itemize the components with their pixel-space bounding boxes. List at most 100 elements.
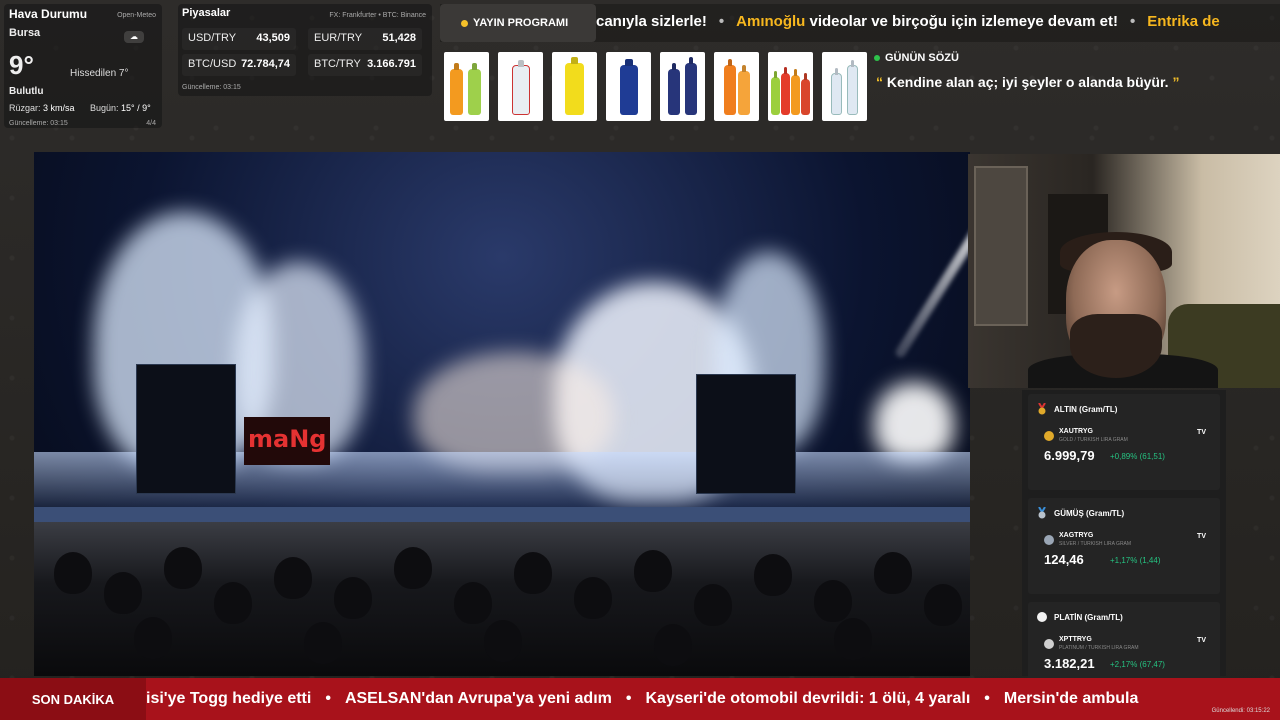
metal-title: ALTIN (Gram/TL) [1054, 404, 1118, 414]
rate-cell: BTC/USD 72.784,74 [182, 54, 296, 76]
weather-today: Bugün: 15° / 9° [90, 103, 151, 113]
product-image [444, 52, 489, 121]
news-separator: • [625, 690, 632, 707]
quote-header: GÜNÜN SÖZÜ [868, 52, 1280, 64]
stage-speaker [136, 364, 236, 494]
quote-widget: GÜNÜN SÖZÜ “ Kendine alan aç; iyi şeyler… [868, 52, 1280, 100]
ticker-text: canıyla sizlerle! • Amınoğlu videolar ve b… [596, 13, 1220, 30]
rate-value: 51,428 [382, 32, 416, 44]
rate-value: 43,509 [256, 32, 290, 44]
news-item: Mersin'de ambula [1003, 690, 1139, 707]
firework-trail [893, 184, 970, 360]
news-separator: • [984, 690, 990, 707]
metal-desc: SILVER / TURKISH LIRA GRAM [1059, 541, 1132, 547]
product-image [768, 52, 813, 121]
rate-cell: BTC/TRY 3.166.791 [308, 54, 422, 76]
schedule-label: YAYIN PROGRAMI [473, 17, 569, 29]
weather-page: 4/4 [146, 120, 156, 127]
stage-speaker [696, 374, 796, 494]
metal-desc: PLATINUM / TURKISH LIRA GRAM [1059, 645, 1139, 651]
rate-value: 72.784,74 [241, 58, 290, 70]
metal-price: 3.182,21 [1044, 656, 1095, 671]
crowd [34, 522, 970, 676]
platinum-coin-icon [1044, 639, 1054, 649]
schedule-badge: YAYIN PROGRAMI [440, 4, 596, 42]
product-image [498, 52, 543, 121]
rate-cell: USD/TRY 43,509 [182, 28, 296, 50]
metal-header: ALTIN (Gram/TL) [1036, 402, 1118, 415]
medal-gold-icon [1036, 402, 1048, 415]
tradingview-icon[interactable]: TV [1197, 429, 1206, 436]
metal-price: 124,46 [1044, 552, 1084, 567]
medal-silver-icon [1036, 506, 1048, 519]
weather-feels: Hissedilen 7° [70, 68, 129, 79]
product-image [552, 52, 597, 121]
quote-text: “ Kendine alan aç; iyi şeyler o alanda b… [876, 74, 1280, 90]
weather-source: Open-Meteo [117, 12, 156, 19]
main-video[interactable]: maNg [34, 152, 970, 676]
breaking-news-ticker: isi'ye Togg hediye etti • ASELSAN'dan Avru… [146, 690, 1138, 708]
metal-header: PLATİN (Gram/TL) [1036, 611, 1123, 623]
rate-cell: EUR/TRY 51,428 [308, 28, 422, 50]
product-strip [444, 52, 867, 121]
quote-open-icon: “ [876, 74, 883, 90]
rate-label: USD/TRY [188, 32, 237, 44]
webcam-feed [968, 154, 1280, 388]
today-label: Bugün: [90, 103, 119, 113]
wind-label: Rüzgar: [9, 103, 41, 113]
gold-coin-icon [1044, 431, 1054, 441]
ticker-seg: videolar ve birçoğu için izlemeye devam … [805, 13, 1118, 30]
quote-title: GÜNÜN SÖZÜ [885, 52, 959, 64]
product-image [822, 52, 867, 121]
breaking-label: SON DAKİKA [0, 678, 146, 720]
metal-price: 6.999,79 [1044, 448, 1095, 463]
ticker-separator: • [718, 13, 725, 30]
weather-updated: Güncelleme: 03:15 [9, 120, 68, 127]
platinum-circle-icon [1036, 611, 1048, 623]
quote-close-icon: ” [1172, 74, 1180, 90]
news-item: isi'ye Togg hediye etti [146, 690, 312, 707]
news-separator: • [325, 690, 331, 707]
markets-updated: Güncelleme: 03:15 [182, 84, 241, 91]
metal-title: PLATİN (Gram/TL) [1054, 612, 1123, 622]
metal-card-silver[interactable]: GÜMÜŞ (Gram/TL) XAGTRYG SILVER / TURKISH… [1028, 498, 1220, 594]
metal-change: +2,17% (67,47) [1110, 660, 1165, 669]
wind-value: 3 km/sa [43, 103, 75, 113]
rate-label: BTC/TRY [314, 58, 361, 70]
weather-temp: 9° [9, 50, 34, 80]
markets-widget: Piyasalar FX: Frankfurter • BTC: Binance… [178, 4, 432, 96]
precious-metals-panel: ALTIN (Gram/TL) XAUTRYG GOLD / TURKISH L… [1022, 390, 1226, 698]
news-item: Kayseri'de otomobil devrildi: 1 ölü, 4 y… [645, 690, 971, 707]
metal-header: GÜMÜŞ (Gram/TL) [1036, 506, 1125, 519]
rate-value: 3.166.791 [367, 58, 416, 70]
metal-symbol: XPTTRYG [1059, 636, 1092, 643]
product-image [714, 52, 759, 121]
ticker-separator: • [1129, 13, 1136, 30]
metal-symbol: XAUTRYG [1059, 428, 1093, 435]
ticker-highlight: Entrika de [1147, 13, 1220, 30]
ticker-seg: canıyla sizlerle! [596, 13, 707, 30]
weather-condition: Bulutlu [9, 86, 44, 97]
rate-label: BTC/USD [188, 58, 237, 70]
rate-label: EUR/TRY [314, 32, 363, 44]
status-dot-icon [461, 20, 468, 27]
metal-symbol: XAGTRYG [1059, 532, 1094, 539]
metal-title: GÜMÜŞ (Gram/TL) [1054, 508, 1125, 518]
band-logo-sign: maNg [244, 417, 330, 465]
weather-wind: Rüzgar: 3 km/sa [9, 103, 75, 113]
metal-change: +1,17% (1,44) [1110, 556, 1161, 565]
silver-coin-icon [1044, 535, 1054, 545]
weather-widget: Hava Durumu Open-Meteo Bursa ☁ 9° Hissed… [4, 4, 162, 128]
quote-body: Kendine alan aç; iyi şeyler o alanda büy… [886, 74, 1169, 90]
status-dot-icon [874, 55, 880, 61]
ticker-highlight: Amınoğlu [736, 13, 806, 30]
update-stamp: Güncellendi: 03:15:22 [1211, 708, 1270, 714]
cloud-icon: ☁ [124, 31, 144, 43]
breaking-news-bar: SON DAKİKA isi'ye Togg hediye etti • ASELS… [0, 678, 1280, 720]
product-image [606, 52, 651, 121]
markets-source: FX: Frankfurter • BTC: Binance [329, 12, 426, 19]
tradingview-icon[interactable]: TV [1197, 533, 1206, 540]
tradingview-icon[interactable]: TV [1197, 637, 1206, 644]
metal-card-gold[interactable]: ALTIN (Gram/TL) XAUTRYG GOLD / TURKISH L… [1028, 394, 1220, 490]
metal-change: +0,89% (61,51) [1110, 452, 1165, 461]
